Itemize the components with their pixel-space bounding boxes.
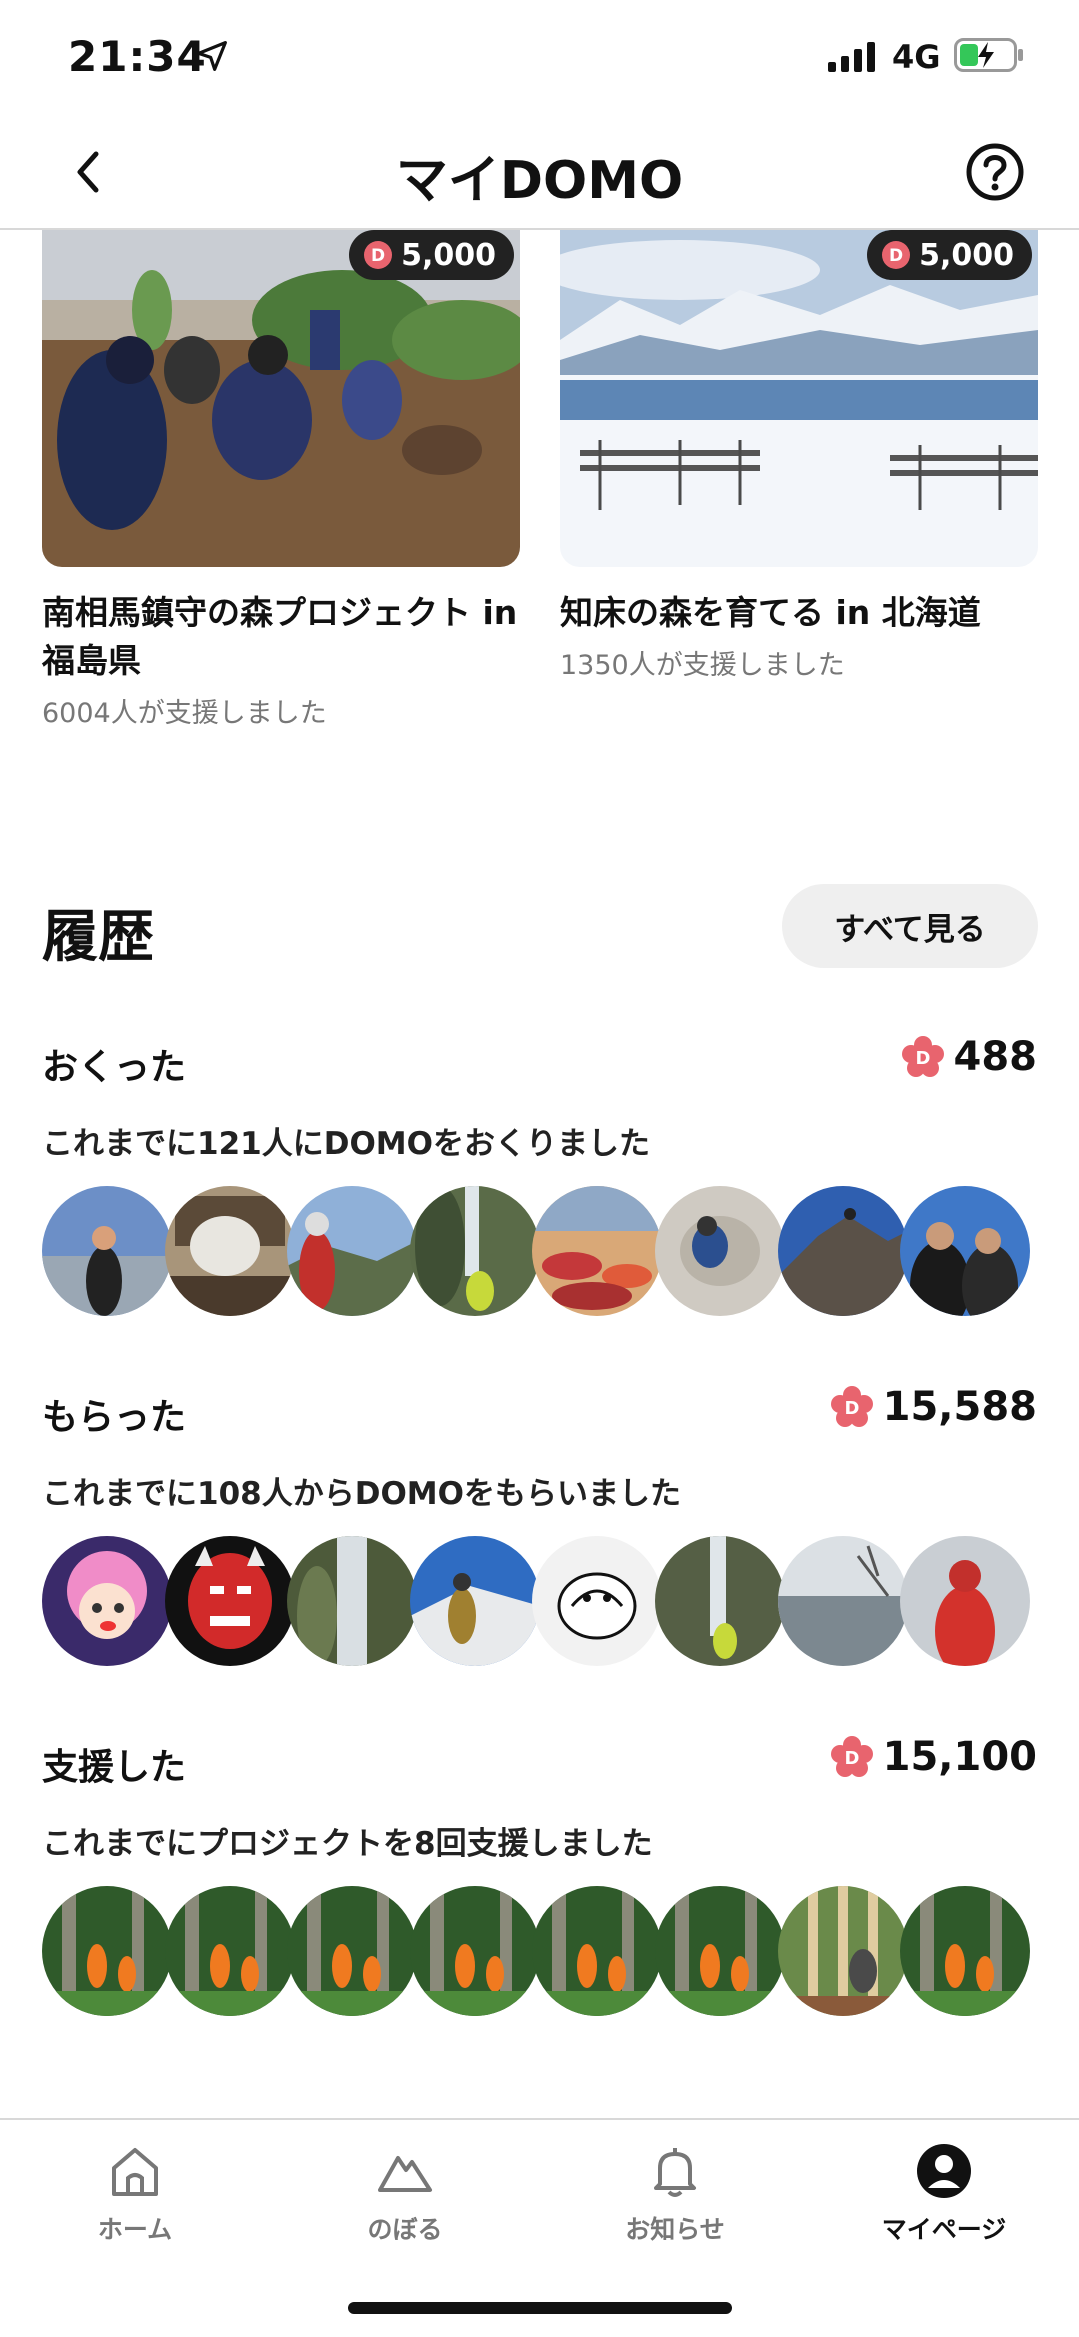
history-title: 履歴	[42, 905, 154, 970]
sent-description: これまでに121人にDOMOをおくりました	[42, 1126, 650, 1162]
avatar[interactable]	[655, 1536, 785, 1666]
sent-label: おくった	[42, 1047, 187, 1088]
avatar[interactable]	[532, 1186, 662, 1316]
tab-climb[interactable]: のぼる	[305, 2142, 505, 2246]
svg-text:D: D	[844, 1398, 859, 1419]
avatar[interactable]	[42, 1186, 172, 1316]
home-indicator	[348, 2302, 732, 2314]
sent-section: おくった D 488 これまでに121人にDOMOをおくりました	[42, 1034, 1037, 1318]
supported-count-value: 15,100	[882, 1734, 1037, 1780]
domo-flower-icon: D	[830, 1736, 873, 1777]
tab-notifications[interactable]: お知らせ	[575, 2142, 775, 2246]
price-badge: D 5,000	[349, 230, 514, 280]
project-card-shiretoko[interactable]: D 5,000 知床の森を育てる in 北海道 1350人が支援しました	[560, 230, 1038, 682]
bell-icon	[654, 2148, 696, 2197]
avatar[interactable]	[778, 1186, 908, 1316]
price-value: 5,000	[401, 237, 496, 273]
avatar[interactable]	[165, 1886, 295, 2016]
project-image: D 5,000	[560, 230, 1038, 567]
domo-flower-icon: D	[901, 1036, 944, 1077]
status-bar: 21:34 4G	[0, 0, 1079, 118]
help-button[interactable]	[966, 143, 1024, 201]
see-all-button[interactable]: すべて見る	[782, 884, 1038, 968]
price-value: 5,000	[919, 237, 1014, 273]
avatar[interactable]	[900, 1536, 1030, 1666]
tab-home[interactable]: ホーム	[35, 2142, 235, 2246]
svg-text:D: D	[371, 246, 385, 266]
avatar[interactable]	[532, 1886, 662, 2016]
tab-label: お知らせ	[625, 2215, 725, 2244]
project-title: 知床の森を育てる in 北海道	[560, 593, 981, 632]
received-avatar-list	[42, 1536, 1042, 1666]
avatar[interactable]	[900, 1886, 1030, 2016]
supported-avatar-list	[42, 1886, 1042, 2016]
avatar[interactable]	[655, 1886, 785, 2016]
avatar[interactable]	[900, 1186, 1030, 1316]
location-arrow-icon	[197, 41, 227, 71]
avatar[interactable]	[410, 1536, 540, 1666]
domo-flower-icon: D	[830, 1386, 873, 1427]
sent-avatar-list	[42, 1186, 1042, 1316]
project-cards: D 5,000 南相馬鎮守の森プロジェクト in 福島県 6004人が支援しまし…	[0, 230, 1079, 750]
battery-charging-icon	[954, 38, 1023, 72]
domo-flower-icon: D	[364, 241, 393, 269]
avatar[interactable]	[287, 1886, 417, 2016]
avatar[interactable]	[410, 1886, 540, 2016]
avatar[interactable]	[410, 1186, 540, 1316]
avatar[interactable]	[778, 1536, 908, 1666]
page-title: マイDOMO	[395, 151, 684, 211]
svg-text:D: D	[889, 246, 903, 266]
avatar[interactable]	[287, 1536, 417, 1666]
supported-section: 支援した D 15,100 これまでにプロジェクトを8回支援しました	[42, 1734, 1037, 2018]
sent-count-value: 488	[953, 1034, 1038, 1080]
project-title: 南相馬鎮守の森プロジェクト in 福島県	[42, 593, 518, 680]
avatar[interactable]	[165, 1536, 295, 1666]
avatar[interactable]	[287, 1186, 417, 1316]
network-type: 4G	[892, 38, 941, 76]
avatar[interactable]	[42, 1536, 172, 1666]
received-count: D 15,588	[830, 1384, 1037, 1430]
project-image: D 5,000	[42, 230, 520, 567]
avatar[interactable]	[165, 1186, 295, 1316]
tab-label: のぼる	[367, 2215, 443, 2244]
user-icon	[917, 2144, 971, 2198]
project-supporters: 6004人が支援しました	[42, 698, 327, 729]
received-label: もらった	[42, 1397, 187, 1438]
avatar[interactable]	[42, 1886, 172, 2016]
home-icon	[112, 2148, 158, 2196]
supported-label: 支援した	[42, 1747, 187, 1788]
domo-flower-icon: D	[882, 241, 911, 269]
avatar[interactable]	[532, 1536, 662, 1666]
supported-count: D 15,100	[830, 1734, 1037, 1780]
received-count-value: 15,588	[882, 1384, 1037, 1430]
tab-label: マイページ	[881, 2215, 1007, 2244]
project-supporters: 1350人が支援しました	[560, 650, 845, 681]
supported-description: これまでにプロジェクトを8回支援しました	[42, 1826, 653, 1862]
svg-text:D: D	[844, 1748, 859, 1769]
sent-count: D 488	[901, 1034, 1038, 1080]
received-section: もらった D 15,588 これまでに108人からDOMOをもらいました	[42, 1384, 1037, 1668]
tab-mypage[interactable]: マイページ	[844, 2142, 1044, 2246]
status-time: 21:34	[68, 32, 207, 81]
nav-header: マイDOMO	[0, 118, 1079, 230]
signal-icon	[828, 42, 875, 72]
price-badge: D 5,000	[867, 230, 1032, 280]
avatar[interactable]	[655, 1186, 785, 1316]
mountain-icon	[378, 2156, 432, 2192]
tab-label: ホーム	[97, 2215, 173, 2244]
received-description: これまでに108人からDOMOをもらいました	[42, 1476, 681, 1512]
avatar[interactable]	[778, 1886, 908, 2016]
project-card-minamisoma[interactable]: D 5,000 南相馬鎮守の森プロジェクト in 福島県 6004人が支援しまし…	[42, 230, 520, 730]
svg-text:D: D	[915, 1048, 930, 1069]
